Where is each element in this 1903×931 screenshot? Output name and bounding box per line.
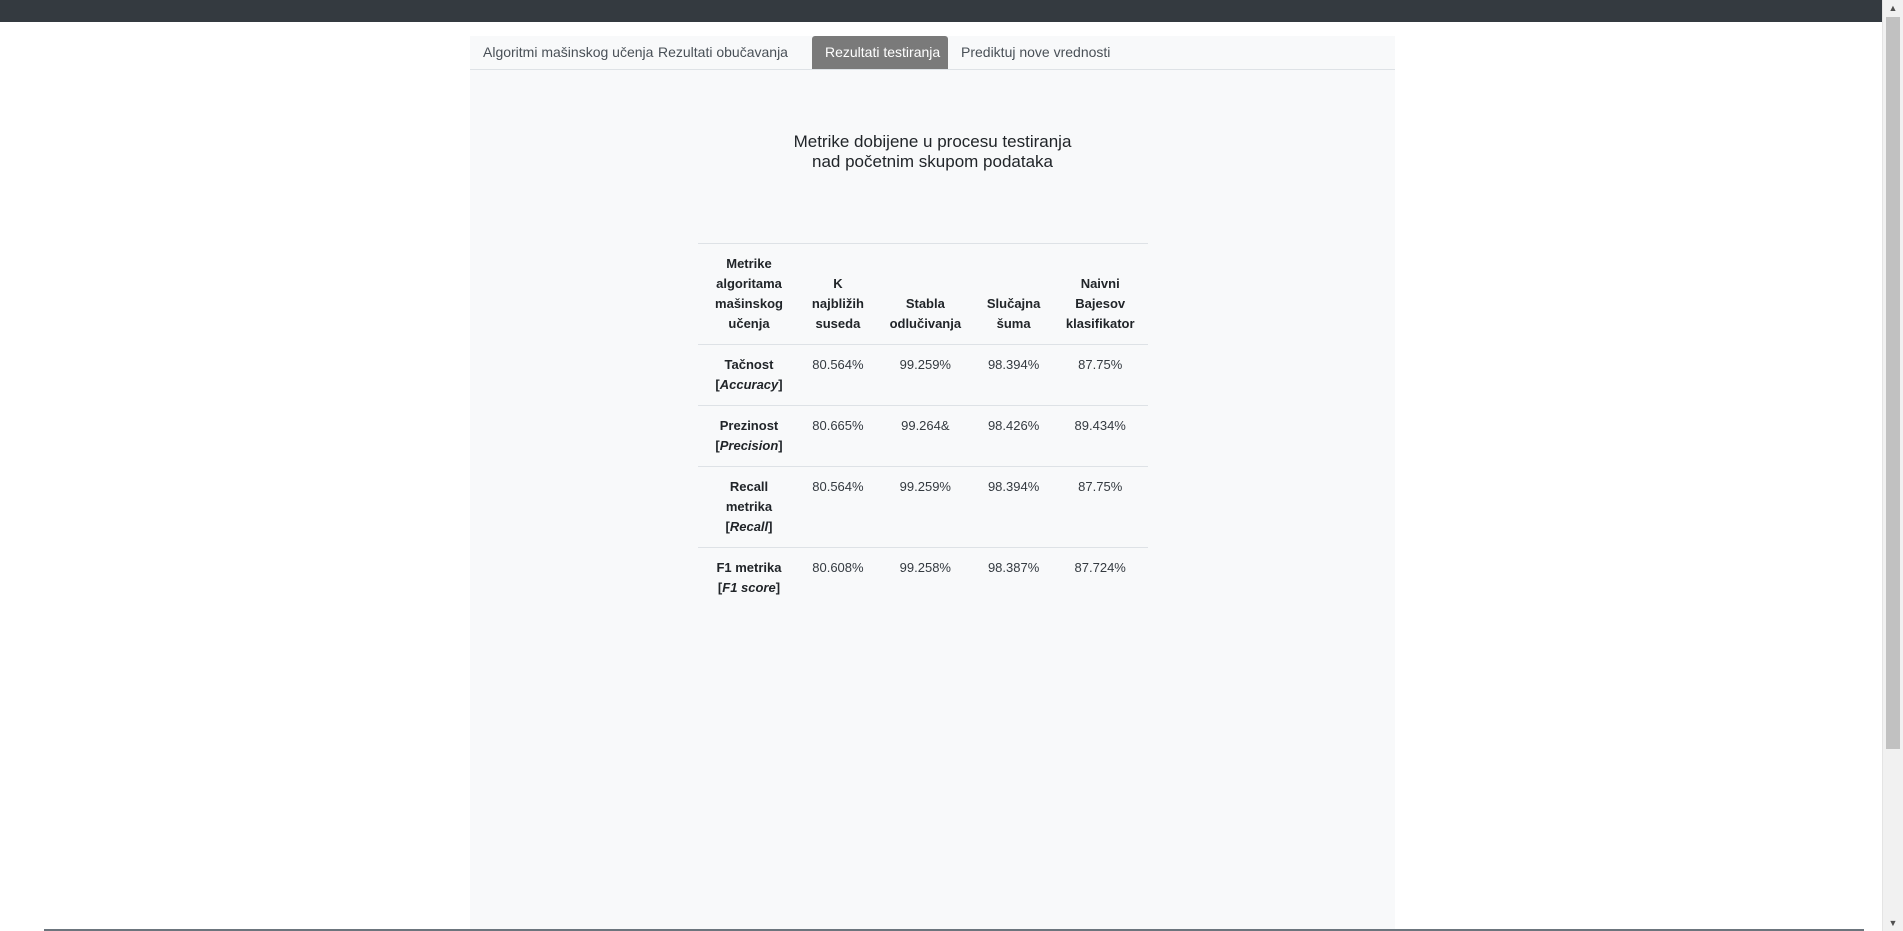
cell-value: 98.426% xyxy=(974,405,1053,467)
header-knn: K najbližih suseda xyxy=(800,243,876,345)
tab-algoritmi[interactable]: Algoritmi mašinskog učenja xyxy=(470,36,666,69)
scrollbar-thumb[interactable] xyxy=(1886,17,1900,749)
row-label-accuracy: Tačnost [Accuracy] xyxy=(698,344,800,406)
cell-value: 99.264& xyxy=(875,405,975,467)
cell-value: 87.724% xyxy=(1052,547,1148,608)
cell-value: 98.394% xyxy=(974,466,1053,548)
scroll-up-icon[interactable]: ▲ xyxy=(1883,0,1903,16)
tab-rezultati-testiranja[interactable]: Rezultati testiranja xyxy=(812,36,948,69)
page-title: Metrike dobijene u procesu testiranja na… xyxy=(470,132,1395,172)
cell-value: 98.394% xyxy=(974,344,1053,406)
cell-value: 80.665% xyxy=(800,405,876,467)
cell-value: 87.75% xyxy=(1052,466,1148,548)
cell-value: 98.387% xyxy=(974,547,1053,608)
table-header-row: Metrike algoritama mašinskog učenja K na… xyxy=(698,243,1148,345)
main-panel: Algoritmi mašinskog učenja Rezultati obu… xyxy=(470,36,1395,931)
page-title-line-1: Metrike dobijene u procesu testiranja xyxy=(793,132,1072,151)
table-row: F1 metrika [F1 score] 80.608% 99.258% 98… xyxy=(698,547,1148,608)
page-title-line-2: nad početnim skupom podataka xyxy=(812,152,1053,171)
cell-value: 80.564% xyxy=(800,344,876,406)
cell-value: 99.259% xyxy=(875,466,975,548)
tab-bar: Algoritmi mašinskog učenja Rezultati obu… xyxy=(470,36,1395,70)
cell-value: 99.258% xyxy=(875,547,975,608)
cell-value: 99.259% xyxy=(875,344,975,406)
table-row: Tačnost [Accuracy] 80.564% 99.259% 98.39… xyxy=(698,344,1148,406)
header-metric: Metrike algoritama mašinskog učenja xyxy=(698,243,800,345)
tab-prediktuj[interactable]: Prediktuj nove vrednosti xyxy=(948,36,1123,69)
cell-value: 80.564% xyxy=(800,466,876,548)
row-label-f1: F1 metrika [F1 score] xyxy=(698,547,800,608)
cell-value: 80.608% xyxy=(800,547,876,608)
table-row: Recall metrika [Recall] 80.564% 99.259% … xyxy=(698,466,1148,548)
row-label-precision: Prezinost [Precision] xyxy=(698,405,800,467)
header-decision-tree: Stabla odlučivanja xyxy=(875,243,975,345)
scroll-down-icon[interactable]: ▼ xyxy=(1883,915,1903,931)
header-naive-bayes: Naivni Bajesov klasifikator xyxy=(1052,243,1148,345)
cell-value: 87.75% xyxy=(1052,344,1148,406)
tab-rezultati-obucavanja[interactable]: Rezultati obučavanja xyxy=(645,36,801,69)
header-random-forest: Slučajna šuma xyxy=(974,243,1053,345)
top-navbar xyxy=(0,0,1903,22)
metrics-table: Metrike algoritama mašinskog učenja K na… xyxy=(698,243,1148,608)
row-label-recall: Recall metrika [Recall] xyxy=(698,466,800,548)
cell-value: 89.434% xyxy=(1052,405,1148,467)
table-row: Prezinost [Precision] 80.665% 99.264& 98… xyxy=(698,405,1148,467)
vertical-scrollbar[interactable]: ▲ ▼ xyxy=(1882,0,1903,931)
